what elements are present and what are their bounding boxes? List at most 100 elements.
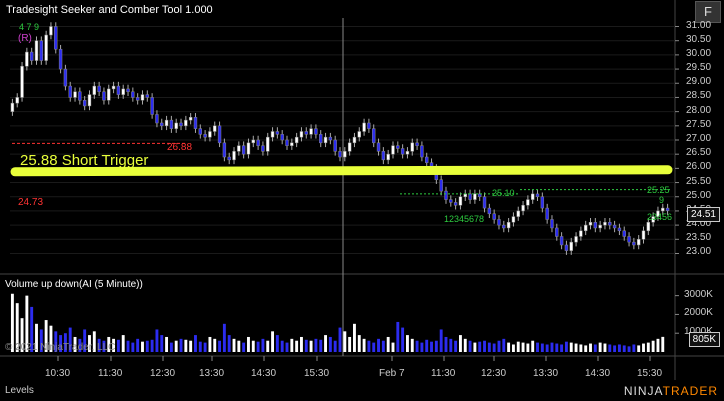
volume-bar [328, 336, 332, 352]
volume-bar [401, 327, 405, 352]
candle-body [319, 134, 323, 144]
short-trigger-line [10, 165, 673, 177]
red-level-left-label: 24.73 [18, 197, 44, 208]
candle-body [627, 236, 631, 243]
volume-bar [492, 343, 496, 352]
volume-bar [362, 338, 366, 352]
candle-body [261, 145, 265, 152]
price-tick-label: 31.00 [686, 19, 712, 31]
time-tick-label: 15:30 [637, 368, 663, 379]
time-tick-label: 15:30 [304, 368, 330, 379]
candle-body [444, 190, 448, 200]
price-tick-label: 29.00 [686, 76, 712, 88]
volume-bar [651, 340, 655, 352]
candle-body [29, 51, 34, 61]
time-tick-label: 13:30 [199, 368, 225, 379]
candle-body [107, 88, 111, 101]
candle-body [145, 94, 149, 98]
volume-bar [126, 340, 130, 352]
volume-bar [449, 338, 453, 352]
volume-bar [661, 336, 665, 352]
candle-body [352, 136, 357, 144]
red-level-mid-label: 26.88 [167, 142, 193, 153]
volume-bar [531, 340, 535, 352]
candle-body [391, 145, 395, 155]
candle-body [396, 145, 400, 149]
candle-body [121, 88, 125, 95]
volume-bar [386, 336, 390, 352]
volume-bar [521, 342, 525, 352]
volume-bar [116, 339, 120, 352]
candle-body [410, 142, 414, 152]
volume-bar [285, 342, 289, 352]
time-tick-label: 12:30 [481, 368, 507, 379]
candle-body [545, 207, 549, 220]
candle-body [343, 151, 347, 158]
candle-body [290, 142, 294, 146]
volume-bar [208, 336, 212, 352]
volume-bar [353, 323, 356, 352]
volume-bar [420, 342, 424, 352]
candle-body [25, 51, 29, 67]
candle-body [251, 139, 255, 144]
volume-bar [189, 340, 193, 352]
volume-bar [545, 344, 549, 352]
volume-bar [213, 338, 217, 352]
volume-bar [483, 340, 486, 352]
volume-bar [430, 341, 433, 352]
volume-bar [526, 343, 530, 352]
price-tick-label: 30.00 [686, 47, 712, 59]
seeker-r-marker: (R) [18, 33, 32, 44]
volume-bar [507, 342, 511, 352]
candle-body [415, 142, 419, 146]
count-9-marker: 9 [659, 195, 665, 205]
candle-body [641, 230, 646, 240]
price-chart[interactable] [0, 0, 724, 401]
candle-body [179, 122, 183, 127]
volume-bar [145, 340, 149, 352]
candle-body [661, 207, 665, 212]
volume-bar [458, 335, 462, 352]
candle-body [521, 205, 525, 212]
volume-bar [632, 344, 636, 352]
price-tick-label: 29.50 [686, 62, 712, 74]
volume-bar [497, 340, 501, 352]
candle-body [569, 241, 573, 251]
volume-bar [579, 344, 583, 352]
candle-body [564, 244, 569, 251]
volume-bar [391, 342, 395, 352]
volume-bar [656, 338, 660, 352]
candle-body [502, 224, 506, 229]
candle-body [559, 236, 564, 246]
volume-bar [434, 340, 438, 352]
volume-bar [454, 340, 458, 352]
candle-body [217, 125, 222, 144]
copyright-notice: © 2021 NinjaTrader, LLC [5, 342, 116, 353]
volume-tick-label: 2000K [684, 307, 713, 319]
price-tick-label: 30.50 [686, 33, 712, 45]
candle-body [10, 102, 15, 112]
candle-body [280, 134, 284, 141]
volume-bar [333, 340, 337, 352]
volume-bar [550, 342, 554, 352]
volume-bar [637, 345, 641, 352]
volume-bar [184, 339, 188, 352]
candle-body [294, 136, 299, 144]
current-price-badge: 24.51 [686, 207, 720, 222]
volume-bar [444, 336, 448, 352]
candle-body [550, 219, 554, 229]
volume-bar [343, 331, 347, 352]
volume-bar [516, 341, 520, 352]
candle-body [453, 202, 458, 206]
candle-body [314, 128, 318, 135]
volume-bar [622, 345, 626, 352]
candle-body [420, 145, 424, 158]
volume-bar [603, 343, 607, 352]
candle-body [102, 91, 106, 101]
candle-body [468, 193, 472, 200]
candle-body [579, 230, 583, 237]
candle-body [232, 151, 236, 161]
candle-body [15, 97, 19, 104]
levels-tab[interactable]: Levels [5, 385, 34, 396]
volume-bar [150, 339, 154, 352]
